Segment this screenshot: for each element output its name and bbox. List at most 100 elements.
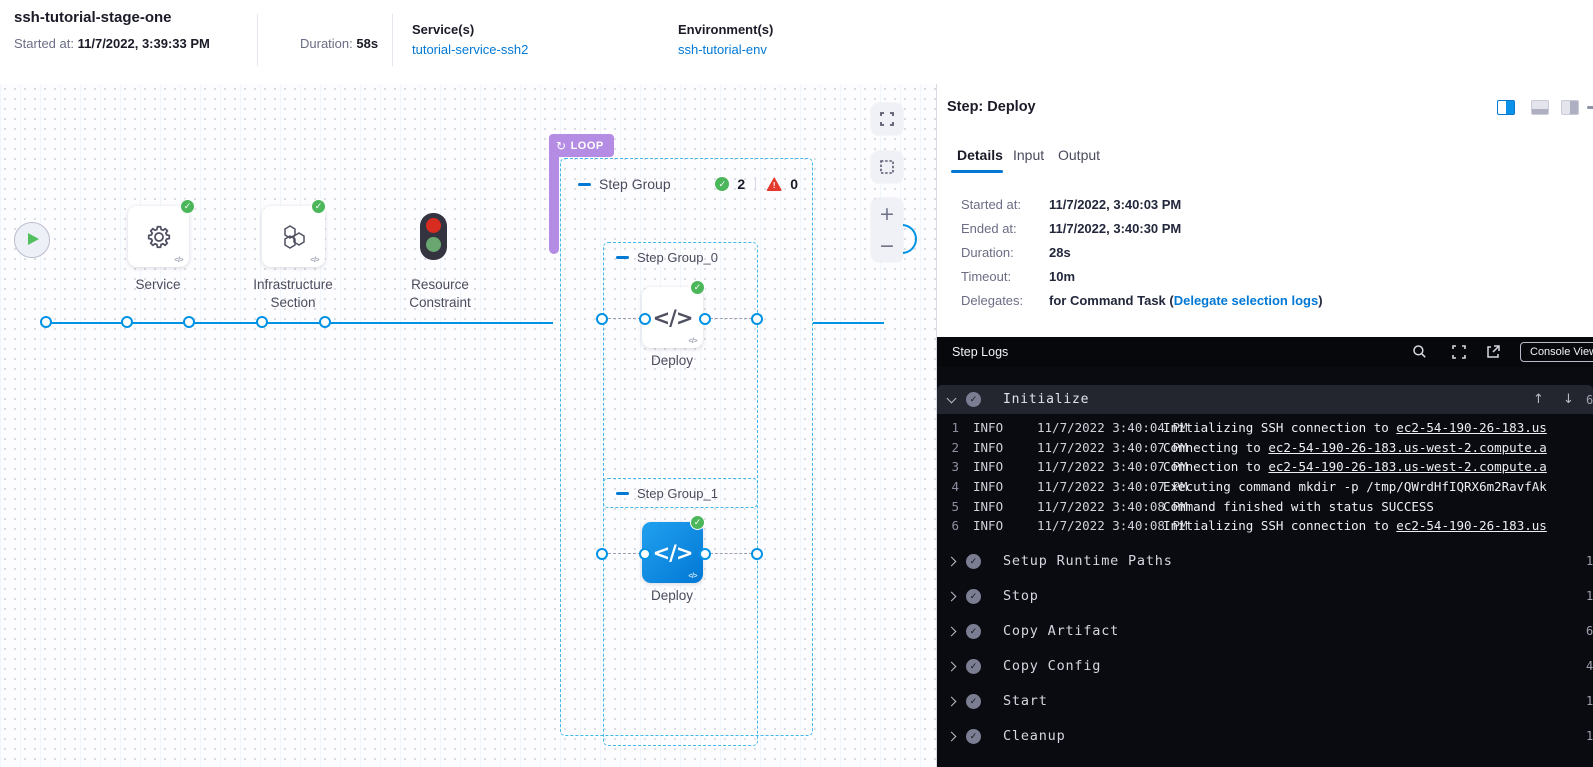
detail-value: 28s <box>1049 245 1071 260</box>
delegate-selection-logs-link[interactable]: Delegate selection logs <box>1174 293 1319 308</box>
port <box>40 316 52 328</box>
node-label: Deploy <box>607 352 737 370</box>
deploy-node-0[interactable]: </> </> <box>642 287 703 348</box>
console-view-button[interactable]: Console View <box>1520 342 1593 362</box>
minimize-panel-icon[interactable] <box>1587 106 1593 109</box>
zoom-out-button[interactable]: − <box>871 230 903 262</box>
port <box>639 313 651 325</box>
success-check-icon: ✓ <box>966 554 981 569</box>
port <box>319 316 331 328</box>
detail-value: 10m <box>1049 269 1075 284</box>
logs-toolbar: Step Logs Console View <box>937 337 1593 367</box>
logs-title: Step Logs <box>952 345 1008 359</box>
tab-input[interactable]: Input <box>1013 147 1044 163</box>
tab-output[interactable]: Output <box>1058 147 1100 163</box>
detail-label: Delegates: <box>961 293 1023 308</box>
step-group-1-header[interactable]: Step Group_1 <box>616 486 718 501</box>
loop-icon: ↻ <box>556 139 567 153</box>
log-group-initialize[interactable]: ✓ Initialize ↑ ↓ 6 <box>937 385 1593 414</box>
infrastructure-node[interactable]: </> <box>262 206 325 267</box>
log-group[interactable]: ✓ Copy Config 4 <box>937 653 1593 681</box>
port <box>699 548 711 560</box>
layout-right-view-icon[interactable] <box>1561 100 1579 115</box>
port <box>183 316 195 328</box>
services-label: Service(s) <box>412 22 474 37</box>
chevron-right-icon[interactable] <box>947 627 957 637</box>
resource-constraint-node[interactable] <box>420 213 447 260</box>
log-group[interactable]: ✓ Cleanup 1 <box>937 723 1593 751</box>
step-group-0-box <box>603 242 758 508</box>
service-link[interactable]: tutorial-service-ssh2 <box>412 42 528 57</box>
red-light-icon <box>426 218 441 233</box>
environment-link[interactable]: ssh-tutorial-env <box>678 42 767 57</box>
step-group-0-header[interactable]: Step Group_0 <box>616 250 718 265</box>
node-label: Deploy <box>607 587 737 605</box>
host-link[interactable]: ec2-54-190-26-183.us-west-2.compute.a <box>1268 440 1546 455</box>
log-line: 1INFO11/7/2022 3:40:04 PM Initializing S… <box>937 420 1593 439</box>
scroll-up-icon[interactable]: ↑ <box>1533 392 1544 407</box>
pipeline-execution-page: ssh-tutorial-stage-one Started at: 11/7/… <box>0 0 1593 767</box>
environments-label: Environment(s) <box>678 22 773 37</box>
node-label: Service <box>93 276 223 294</box>
chevron-right-icon[interactable] <box>947 697 957 707</box>
success-check-icon: ✓ <box>966 659 981 674</box>
active-tab-underline <box>951 170 1003 173</box>
stage-title: ssh-tutorial-stage-one <box>14 9 172 26</box>
port <box>639 548 651 560</box>
log-group[interactable]: ✓ Copy Artifact 6 <box>937 618 1593 646</box>
log-group-name: Initialize <box>1003 392 1089 407</box>
layout-bottom-view-icon[interactable] <box>1531 100 1549 115</box>
host-link[interactable]: ec2-54-190-26-183.us <box>1396 420 1547 435</box>
chevron-right-icon[interactable] <box>947 732 957 742</box>
detail-value: 11/7/2022, 3:40:03 PM <box>1049 197 1181 212</box>
log-group[interactable]: ✓ Setup Runtime Paths 1 <box>937 548 1593 576</box>
step-group-header[interactable]: Step Group ✓ 2 ! 0 <box>578 176 798 192</box>
chevron-right-icon[interactable] <box>947 592 957 602</box>
log-line: 6INFO11/7/2022 3:40:08 PM Initializing S… <box>937 518 1593 537</box>
detail-value: for Command Task (Delegate selection log… <box>1049 293 1323 308</box>
host-link[interactable]: ec2-54-190-26-183.us <box>1396 518 1547 533</box>
deploy-node-1-selected[interactable]: </> </> <box>642 522 703 583</box>
log-group[interactable]: ✓ Stop 1 <box>937 583 1593 611</box>
scroll-down-icon[interactable]: ↓ <box>1563 392 1574 407</box>
log-group[interactable]: ✓ Start 1 <box>937 688 1593 716</box>
edge-curve <box>901 224 917 254</box>
dashed-connector <box>608 553 641 554</box>
fullscreen-icon <box>879 111 895 127</box>
success-check-icon: ✓ <box>715 177 729 191</box>
marquee-select-button[interactable] <box>871 151 903 183</box>
port <box>751 548 763 560</box>
port <box>121 316 133 328</box>
detail-value: 11/7/2022, 3:40:30 PM <box>1049 221 1181 236</box>
zoom-in-button[interactable]: + <box>871 198 903 230</box>
fullscreen-button[interactable] <box>871 103 903 135</box>
open-in-new-icon[interactable] <box>1485 344 1501 360</box>
layout-split-view-icon[interactable] <box>1497 100 1515 115</box>
chevron-right-icon[interactable] <box>947 662 957 672</box>
node-label: Resource Constraint <box>375 276 505 312</box>
collapse-icon[interactable] <box>616 492 629 495</box>
pipeline-edge <box>813 322 884 325</box>
code-glyph: </> <box>688 573 697 580</box>
search-icon[interactable] <box>1412 344 1427 359</box>
panel-title: Step: Deploy <box>947 99 1036 115</box>
host-link[interactable]: ec2-54-190-26-183.us-west-2.compute.a <box>1268 459 1546 474</box>
service-node[interactable]: </> <box>128 206 189 267</box>
chevron-down-icon[interactable] <box>947 394 957 404</box>
log-line: 2INFO11/7/2022 3:40:07 PM Connecting to … <box>937 440 1593 459</box>
pipeline-canvas[interactable]: ↻ LOOP Step Group ✓ 2 ! 0 Step Group_0 <… <box>0 84 936 767</box>
chevron-right-icon[interactable] <box>947 557 957 567</box>
collapse-icon[interactable] <box>616 256 629 259</box>
port <box>596 313 608 325</box>
marquee-icon <box>879 159 895 175</box>
tab-details[interactable]: Details <box>957 147 1003 163</box>
step-group-label: Step Group <box>599 176 671 192</box>
loop-badge: ↻ LOOP <box>549 134 614 157</box>
log-line: 4INFO11/7/2022 3:40:07 PM Executing comm… <box>937 479 1593 498</box>
expand-icon[interactable] <box>1451 344 1467 360</box>
collapse-icon[interactable] <box>578 183 591 186</box>
dashed-connector <box>710 318 752 319</box>
log-group-count: 6 <box>1586 393 1593 407</box>
step-logs: Step Logs Console View ✓ Initi <box>937 337 1593 767</box>
code-glyph: </> <box>688 338 697 345</box>
